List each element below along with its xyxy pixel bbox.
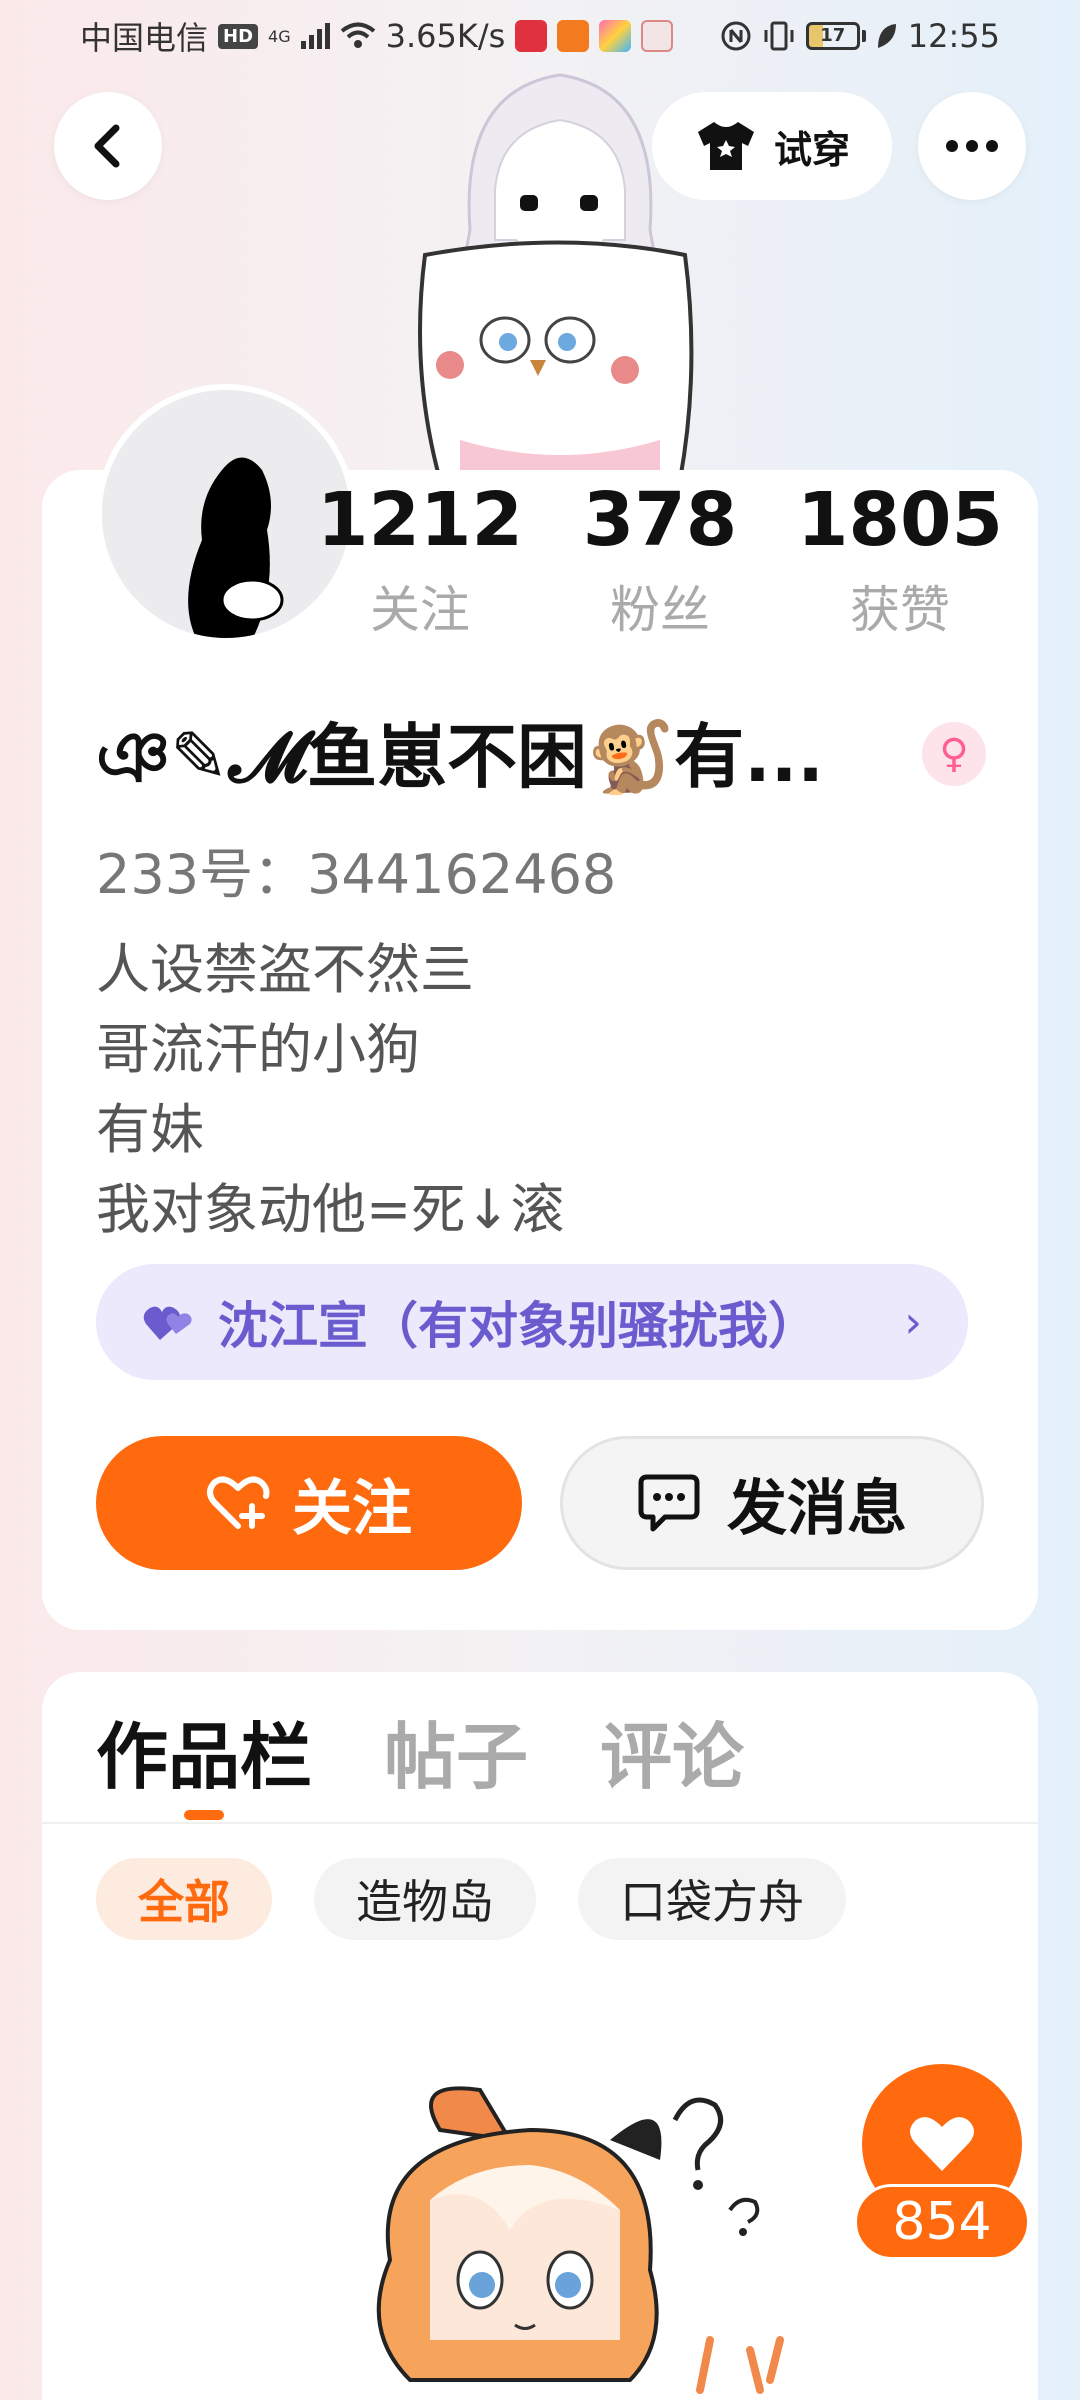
- chevron-right-icon: ›: [904, 1296, 922, 1348]
- heart-plus-icon: [207, 1476, 270, 1529]
- double-heart-icon: [143, 1306, 192, 1340]
- battery-level: 17: [805, 22, 860, 50]
- follow-button[interactable]: 关注: [96, 1436, 522, 1570]
- bio: 人设禁盗不然亖 哥流汗的小狗 有妹 我对象动他=死↓滚: [96, 930, 565, 1250]
- profile-stats: 1212 关注 378 粉丝 1805 获赞: [300, 470, 1020, 650]
- tab-works[interactable]: 作品栏: [96, 1698, 312, 1803]
- clock: 12:55: [907, 17, 1000, 55]
- filter-chip-pocket-ark[interactable]: 口袋方舟: [578, 1858, 846, 1940]
- carrier-label: 中国电信: [80, 19, 209, 57]
- more-button[interactable]: [918, 92, 1026, 200]
- bio-line: 我对象动他=死↓滚: [96, 1178, 565, 1241]
- tshirt-icon: [697, 122, 754, 170]
- try-on-button[interactable]: 试穿: [652, 92, 892, 200]
- fm-app-icon: [641, 20, 674, 52]
- hd-badge: HD: [218, 23, 259, 49]
- stat-likes[interactable]: 1805 获赞: [780, 470, 1020, 650]
- vibrate-icon: [764, 21, 794, 51]
- female-gender-icon: ♀: [922, 722, 986, 786]
- stat-followers[interactable]: 378 粉丝: [540, 470, 780, 650]
- signal-icon: [300, 23, 330, 49]
- filter-chip-all[interactable]: 全部: [96, 1858, 272, 1940]
- like-count: 854: [854, 2184, 1030, 2260]
- wifi-icon: [340, 22, 375, 48]
- back-button[interactable]: [54, 92, 162, 200]
- download-app-icon: [557, 20, 590, 52]
- game-app-icon: [599, 20, 632, 52]
- filter-chips: 全部 造物岛 口袋方舟: [96, 1858, 846, 1940]
- chevron-left-icon: [94, 124, 120, 168]
- character-illustration: [376, 2086, 784, 2394]
- bio-line: 有妹: [96, 1098, 204, 1161]
- nickname: ঞ✎𝓜鱼崽不困🐒有...: [96, 715, 824, 798]
- follow-label: 关注: [292, 1473, 412, 1544]
- stat-value: 1212: [317, 477, 523, 563]
- user-id[interactable]: 233号：344162468: [96, 830, 616, 909]
- message-label: 发消息: [727, 1473, 907, 1544]
- network-speed: 3.65K/s: [385, 17, 506, 55]
- bio-line: 哥流汗的小狗: [96, 1018, 420, 1081]
- network-label: 4G: [268, 26, 291, 46]
- relationship-bar[interactable]: 沈江宣（有对象别骚扰我） ›: [96, 1264, 968, 1380]
- tab-divider: [42, 1822, 1038, 1824]
- stat-label: 获赞: [850, 581, 950, 639]
- battery-icon: 17: [805, 22, 866, 50]
- stat-value: 378: [582, 477, 738, 563]
- relationship-text: 沈江宣（有对象别骚扰我）: [218, 1297, 818, 1355]
- bio-line: 人设禁盗不然亖: [96, 938, 474, 1001]
- nfc-icon: [721, 21, 751, 51]
- filter-chip-creation-island[interactable]: 造物岛: [314, 1858, 536, 1940]
- tab-active-indicator: [184, 1810, 224, 1820]
- chat-bubble-icon: [638, 1474, 700, 1532]
- content-tabs: 作品栏 帖子 评论: [96, 1700, 744, 1800]
- tab-posts[interactable]: 帖子: [384, 1698, 528, 1803]
- try-on-label: 试穿: [773, 127, 850, 172]
- message-button[interactable]: 发消息: [560, 1436, 984, 1570]
- status-bar: 中国电信 HD 4G 3.65K/s 17 12:55: [0, 0, 1080, 72]
- more-icon: [946, 140, 998, 152]
- stat-label: 关注: [370, 581, 470, 639]
- stat-label: 粉丝: [610, 581, 710, 639]
- tab-comments[interactable]: 评论: [600, 1698, 744, 1803]
- stat-value: 1805: [797, 477, 1003, 563]
- book-app-icon: [515, 20, 548, 52]
- heart-icon: [910, 2117, 974, 2171]
- leaf-icon: [877, 24, 896, 48]
- stat-following[interactable]: 1212 关注: [300, 470, 540, 650]
